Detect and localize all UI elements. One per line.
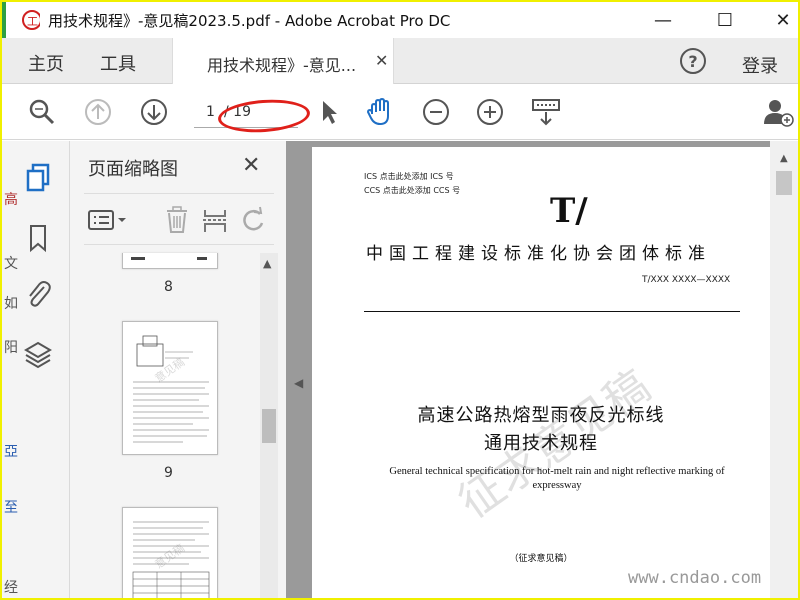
- edge-text: 至: [4, 500, 18, 516]
- extract-pages-icon[interactable]: [200, 206, 230, 234]
- page-thumbnail-10[interactable]: 意见稿: [122, 507, 218, 598]
- previous-page-icon[interactable]: [82, 96, 114, 128]
- edge-text: 亞: [4, 444, 18, 460]
- tab-bar: 主页 工具 用技术规程》-意见... ✕ ? 登录: [2, 38, 798, 84]
- document-tab-label: 用技术规程》-意见...: [207, 56, 357, 75]
- scroll-up-arrow-icon[interactable]: ▲: [263, 257, 271, 270]
- scrollbar-thumb[interactable]: [776, 171, 792, 195]
- thumbnails-panel: 页面缩略图 ✕ 8 意见稿 9 意见稿 ▲: [70, 141, 286, 598]
- layers-icon[interactable]: [22, 337, 54, 371]
- edge-text: 文: [4, 256, 18, 272]
- add-user-icon[interactable]: [762, 96, 794, 128]
- title-bar: 工 用技术规程》-意见稿2023.5.pdf - Adobe Acrobat P…: [2, 2, 798, 38]
- zoom-in-icon[interactable]: [474, 96, 506, 128]
- edge-text: 阳: [4, 340, 18, 356]
- page-number-label: 8: [164, 279, 173, 295]
- login-button[interactable]: 登录: [742, 52, 778, 78]
- select-cursor-icon[interactable]: [312, 96, 344, 128]
- edge-text: 高: [4, 192, 18, 208]
- scrollbar-thumb[interactable]: [262, 409, 276, 443]
- close-tab-button[interactable]: ✕: [375, 51, 388, 70]
- edge-text: 如: [4, 296, 18, 312]
- delete-page-icon[interactable]: [162, 206, 192, 234]
- standard-mark: T/: [550, 191, 588, 231]
- divider-line: [364, 311, 740, 312]
- app-logo-icon: 工: [22, 10, 40, 30]
- scroll-up-arrow-icon[interactable]: ▲: [780, 153, 788, 164]
- svg-text:工: 工: [27, 15, 38, 28]
- zoom-out-icon[interactable]: [420, 96, 452, 128]
- tab-document[interactable]: 用技术规程》-意见... ✕: [172, 38, 394, 84]
- bookmarks-icon[interactable]: [22, 221, 54, 255]
- ics-number: ICS 点击此处添加 ICS 号: [364, 172, 454, 181]
- window-title: 用技术规程》-意见稿2023.5.pdf - Adobe Acrobat Pro…: [48, 12, 451, 30]
- rotate-page-icon[interactable]: [238, 206, 268, 234]
- standard-code: T/XXX XXXX—XXXX: [642, 275, 731, 285]
- search-zoom-icon[interactable]: [26, 96, 58, 128]
- collapse-panel-arrow-icon[interactable]: ◀: [294, 376, 303, 390]
- background-window-edge: 高 文 如 阳 亞 至 经: [2, 141, 18, 598]
- thumbnail-tools: [84, 193, 274, 245]
- help-icon[interactable]: ?: [680, 48, 706, 74]
- thumbnail-options-icon[interactable]: [86, 206, 132, 234]
- keyboard-scroll-icon[interactable]: [530, 96, 562, 128]
- hand-tool-icon[interactable]: [364, 96, 396, 128]
- edge-text: 经: [4, 580, 18, 596]
- site-watermark: www.cndao.com: [628, 568, 762, 588]
- document-view[interactable]: ICS 点击此处添加 ICS 号 CCS 点击此处添加 CCS 号 T/ 中国工…: [286, 141, 798, 598]
- organization-name: 中国工程建设标准化协会团体标准: [366, 244, 711, 264]
- document-scrollbar[interactable]: ▲: [770, 141, 798, 598]
- toolbar: 1 / 19: [2, 84, 798, 140]
- maximize-button[interactable]: ☐: [710, 8, 740, 32]
- document-page: ICS 点击此处添加 ICS 号 CCS 点击此处添加 CCS 号 T/ 中国工…: [312, 147, 770, 598]
- attachments-icon[interactable]: [22, 277, 54, 311]
- page-number-label: 9: [164, 465, 173, 481]
- close-window-button[interactable]: ✕: [768, 8, 798, 32]
- close-panel-button[interactable]: ✕: [242, 153, 260, 178]
- next-page-icon[interactable]: [138, 96, 170, 128]
- minimize-button[interactable]: —: [648, 8, 678, 32]
- thumbnails-panel-title: 页面缩略图: [88, 159, 178, 180]
- page-thumbnail-8[interactable]: [122, 253, 218, 269]
- page-thumbnail-9[interactable]: 意见稿: [122, 321, 218, 455]
- tab-tools[interactable]: 工具: [100, 50, 136, 76]
- page-thumbnails-icon[interactable]: [22, 161, 54, 195]
- acrobat-window: 工 用技术规程》-意见稿2023.5.pdf - Adobe Acrobat P…: [2, 2, 798, 598]
- tab-home[interactable]: 主页: [28, 50, 64, 76]
- ccs-number: CCS 点击此处添加 CCS 号: [364, 186, 461, 195]
- current-page-input[interactable]: 1: [206, 104, 215, 120]
- thumbnails-scrollbar[interactable]: ▲: [260, 253, 278, 598]
- draft-label: （征求意见稿）: [509, 554, 573, 564]
